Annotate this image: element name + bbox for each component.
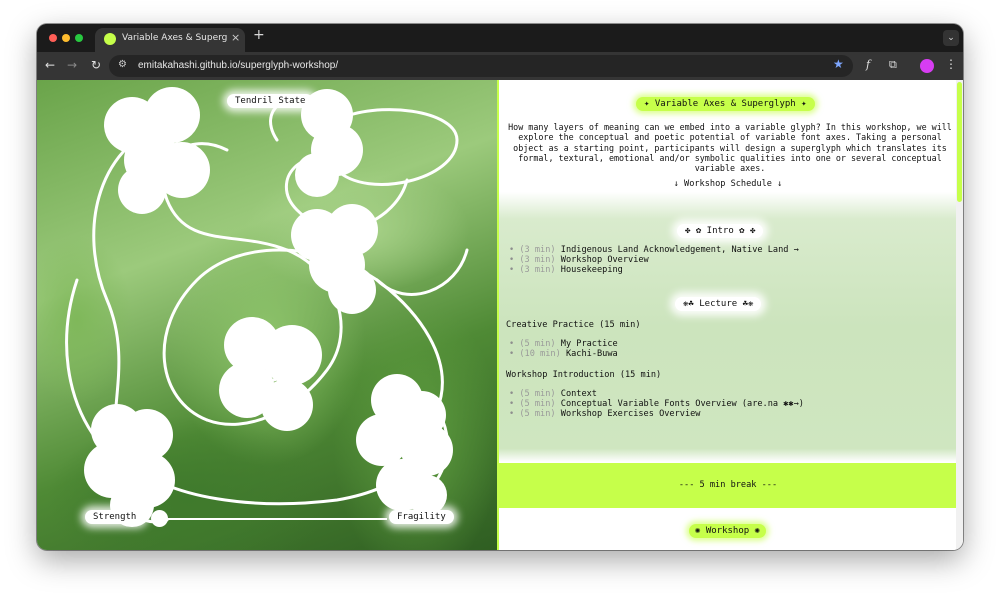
new-tab-button[interactable]: + (253, 27, 265, 43)
page-viewport: Tendril State Strength Fragility ✦ Varia… (37, 80, 963, 550)
browser-menu-icon[interactable]: ⋮ (945, 57, 957, 71)
workshop-content: ✦ Variable Axes & Superglyph ✦ How many … (499, 80, 963, 550)
list-item: • (3 min) Housekeeping (509, 264, 623, 275)
intro-list: • (3 min) Indigenous Land Acknowledgemen… (509, 245, 799, 275)
workshop-introduction-list: • (5 min) Context • (5 min) Conceptual V… (509, 389, 804, 420)
creative-practice-list: • (5 min) My Practice • (10 min) Kachi-B… (509, 339, 618, 360)
zoom-window-button[interactable] (75, 34, 83, 42)
intro-section-title: ✤ ✿ Intro ✿ ✤ (677, 224, 764, 238)
close-window-button[interactable] (49, 34, 57, 42)
tab-close-icon[interactable]: × (231, 31, 240, 44)
superglyph-canvas[interactable]: Tendril State Strength Fragility (37, 80, 497, 550)
url-text[interactable]: emitakahashi.github.io/superglyph-worksh… (138, 60, 338, 71)
reload-icon[interactable]: ↻ (91, 58, 101, 72)
workshop-introduction-heading: Workshop Introduction (15 min) (506, 370, 662, 380)
lecture-section-title: ❋☘ Lecture ☘❋ (675, 297, 762, 311)
browser-tab-active[interactable]: Variable Axes & Superglyph W × (95, 28, 245, 52)
tab-title: Variable Axes & Superglyph W (122, 33, 227, 43)
axis-slider-track[interactable] (155, 518, 387, 520)
break-text: --- 5 min break --- (678, 480, 778, 490)
tab-bar: Variable Axes & Superglyph W × + ⌄ (37, 24, 963, 52)
back-arrow-icon[interactable]: ← (45, 58, 55, 72)
axis-label-tendril-state: Tendril State (227, 94, 314, 108)
slider-label-fragility: Fragility (389, 510, 454, 524)
browser-toolbar: ← → ↻ ⚙ emitakahashi.github.io/superglyp… (37, 52, 963, 80)
favicon-icon (104, 33, 116, 45)
list-item[interactable]: • (5 min) Workshop Exercises Overview (509, 409, 804, 420)
browser-window: Variable Axes & Superglyph W × + ⌄ ← → ↻… (37, 24, 963, 550)
axis-slider-handle[interactable] (151, 510, 168, 527)
forward-arrow-icon[interactable]: → (67, 58, 77, 72)
slider-label-strength: Strength (85, 510, 145, 524)
minimize-window-button[interactable] (62, 34, 70, 42)
tab-search-chevron-icon[interactable]: ⌄ (943, 30, 959, 46)
page-title: ✦ Variable Axes & Superglyph ✦ (636, 97, 815, 111)
profile-avatar[interactable] (920, 59, 934, 73)
creative-practice-heading: Creative Practice (15 min) (506, 320, 641, 330)
address-bar[interactable]: ⚙ emitakahashi.github.io/superglyph-work… (109, 55, 853, 77)
tendril-glyph-graphic (65, 87, 469, 527)
extensions-puzzle-icon[interactable]: ⧉ (889, 58, 897, 72)
break-banner: --- 5 min break --- (499, 463, 957, 508)
workshop-intro-paragraph: How many layers of meaning can we embed … (508, 122, 952, 174)
site-settings-icon[interactable]: ⚙ (118, 59, 127, 70)
workshop-section-title: ✺ Workshop ✺ (689, 524, 767, 538)
bookmark-star-icon[interactable]: ★ (833, 57, 844, 71)
workshop-schedule-link[interactable]: ↓ Workshop Schedule ↓ (499, 179, 957, 189)
scrollbar-thumb[interactable] (957, 82, 962, 202)
list-item[interactable]: • (10 min) Kachi-Buwa (509, 349, 618, 360)
font-extension-icon[interactable]: f (866, 58, 870, 71)
schedule-section: ✤ ✿ Intro ✿ ✤ • (3 min) Indigenous Land … (499, 192, 957, 462)
